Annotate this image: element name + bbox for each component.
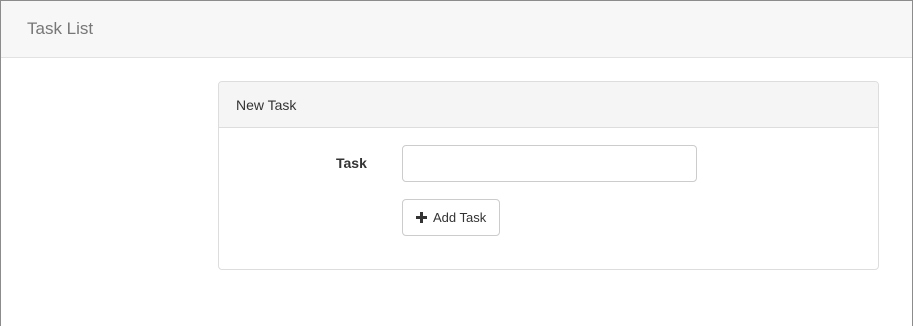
app-window: Task List New Task Task Add Task — [0, 0, 913, 326]
panel-heading: New Task — [219, 82, 878, 128]
plus-icon — [416, 212, 427, 223]
new-task-panel: New Task Task Add Task — [218, 81, 879, 270]
task-input[interactable] — [402, 145, 697, 182]
task-label: Task — [336, 155, 367, 171]
navbar: Task List — [1, 1, 912, 58]
add-task-button[interactable]: Add Task — [402, 199, 501, 236]
add-task-button-label: Add Task — [433, 210, 487, 225]
app-title[interactable]: Task List — [27, 19, 93, 39]
task-form-row: Task — [219, 145, 878, 183]
